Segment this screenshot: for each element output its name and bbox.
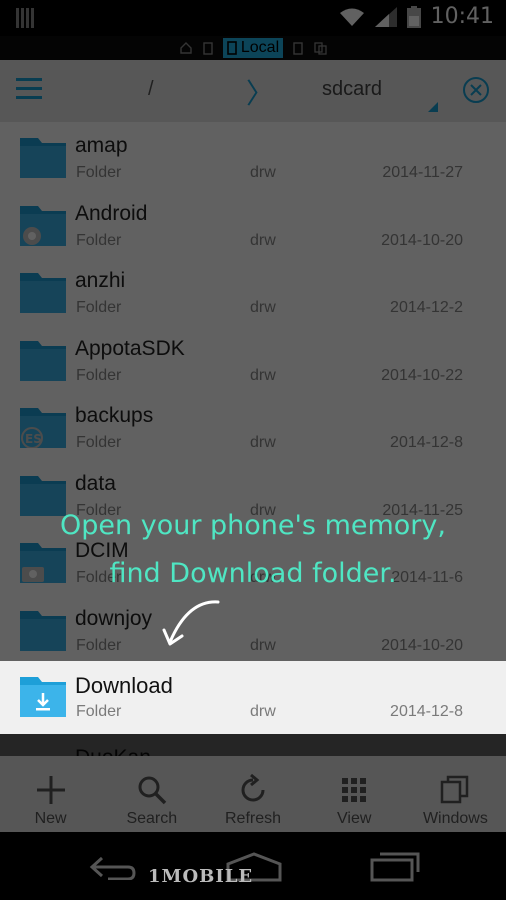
tutorial-line-2: find Download folder. bbox=[109, 558, 397, 589]
action-label: Search bbox=[126, 810, 178, 827]
folder-row[interactable]: amap Folder drw 2014-11-27 bbox=[0, 122, 506, 190]
folder-row[interactable]: ES backups Folder drw 2014-12-8 bbox=[0, 392, 506, 460]
home-icon[interactable] bbox=[179, 41, 193, 55]
action-label: Windows bbox=[422, 810, 488, 827]
close-icon[interactable] bbox=[462, 76, 490, 104]
folder-row-partial[interactable]: DuoKan bbox=[0, 734, 506, 756]
file-date: 2014-12-8 bbox=[390, 434, 463, 451]
view-button[interactable]: View bbox=[304, 756, 405, 832]
file-type: Folder bbox=[76, 231, 122, 249]
refresh-button[interactable]: Refresh bbox=[202, 756, 303, 832]
folder-icon bbox=[20, 610, 66, 651]
phone-icon[interactable] bbox=[201, 41, 215, 55]
clock: 10:41 bbox=[430, 4, 494, 29]
breadcrumb-root[interactable]: / bbox=[148, 78, 154, 101]
recents-icon[interactable] bbox=[370, 852, 420, 882]
file-date: 2014-12-8 bbox=[390, 703, 463, 720]
watermark-logo: 1MOBILE bbox=[148, 866, 254, 887]
new-button[interactable]: New bbox=[0, 756, 101, 832]
file-date: 2014-10-20 bbox=[381, 636, 463, 654]
tutorial-arrow-icon bbox=[162, 600, 220, 646]
status-bar: 10:41 bbox=[0, 0, 506, 36]
file-name: data bbox=[75, 471, 116, 495]
folder-row[interactable]: AppotaSDK Folder drw 2014-10-22 bbox=[0, 325, 506, 393]
notification-icon bbox=[16, 8, 34, 28]
signal-icon bbox=[374, 6, 397, 27]
folder-icon bbox=[20, 205, 66, 246]
file-date: 2014-11-27 bbox=[382, 164, 463, 181]
download-folder-icon bbox=[20, 677, 66, 717]
file-name: Android bbox=[75, 201, 148, 225]
file-type: Folder bbox=[76, 164, 122, 181]
download-folder-row[interactable]: Download Folder drw 2014-12-8 bbox=[0, 661, 506, 734]
windows-icon[interactable] bbox=[313, 41, 327, 55]
file-permissions: drw bbox=[250, 636, 276, 654]
menu-icon[interactable] bbox=[16, 78, 42, 100]
action-label: Refresh bbox=[224, 810, 282, 827]
breadcrumb-sdcard[interactable]: sdcard bbox=[322, 78, 382, 101]
file-permissions: drw bbox=[250, 299, 276, 316]
file-permissions: drw bbox=[250, 231, 276, 249]
search-icon bbox=[138, 776, 167, 805]
file-name: anzhi bbox=[75, 269, 126, 292]
file-name: AppotaSDK bbox=[75, 336, 185, 360]
file-name: DuoKan bbox=[75, 746, 151, 756]
breadcrumb-separator: 〉 bbox=[246, 78, 275, 109]
back-icon[interactable] bbox=[88, 854, 136, 880]
file-type: Folder bbox=[76, 299, 122, 316]
file-permissions: drw bbox=[250, 703, 276, 720]
phone-icon bbox=[227, 41, 237, 55]
folder-row[interactable]: downjoy Folder drw 2014-10-20 bbox=[0, 595, 506, 663]
action-label: New bbox=[34, 810, 67, 827]
local-tab-label: Local bbox=[240, 39, 280, 56]
action-bar: New Search Refresh View Windows bbox=[0, 756, 506, 832]
search-button[interactable]: Search bbox=[101, 756, 202, 832]
file-date: 2014-12-2 bbox=[390, 299, 463, 316]
location-bar: Local bbox=[0, 36, 506, 60]
local-tab[interactable]: Local bbox=[222, 38, 284, 58]
file-date: 2014-10-22 bbox=[381, 366, 463, 384]
tutorial-text: Open your phone's memory, find Download … bbox=[0, 502, 506, 598]
action-label: View bbox=[337, 810, 372, 827]
phone-icon[interactable] bbox=[291, 41, 305, 55]
folder-icon bbox=[20, 340, 66, 381]
file-date: 2014-10-20 bbox=[381, 231, 463, 249]
tutorial-line-1: Open your phone's memory, bbox=[60, 510, 446, 541]
folder-icon bbox=[20, 138, 66, 178]
refresh-icon bbox=[241, 774, 265, 802]
file-name: backups bbox=[75, 404, 154, 427]
folder-icon bbox=[20, 273, 66, 313]
file-type: Folder bbox=[76, 703, 122, 720]
svg-text:ES: ES bbox=[25, 432, 42, 446]
wifi-icon bbox=[339, 8, 364, 26]
file-name: Download bbox=[75, 673, 173, 698]
grid-icon bbox=[342, 778, 367, 802]
file-type: Folder bbox=[76, 366, 122, 384]
file-permissions: drw bbox=[250, 366, 276, 384]
file-permissions: drw bbox=[250, 434, 276, 451]
file-permissions: drw bbox=[250, 164, 276, 181]
plus-icon bbox=[36, 776, 65, 804]
windows-button[interactable]: Windows bbox=[405, 756, 506, 832]
windows-icon bbox=[441, 775, 469, 804]
folder-row[interactable]: Android Folder drw 2014-10-20 bbox=[0, 190, 506, 258]
toolbar: / 〉 sdcard bbox=[0, 60, 506, 122]
file-type: Folder bbox=[76, 636, 122, 654]
file-name: amap bbox=[75, 134, 128, 157]
folder-row[interactable]: anzhi Folder drw 2014-12-2 bbox=[0, 257, 506, 325]
battery-icon bbox=[406, 5, 421, 28]
file-name: downjoy bbox=[75, 606, 153, 630]
folder-icon: ES bbox=[20, 408, 66, 448]
dropdown-triangle-icon[interactable] bbox=[428, 102, 438, 112]
file-type: Folder bbox=[76, 434, 122, 451]
